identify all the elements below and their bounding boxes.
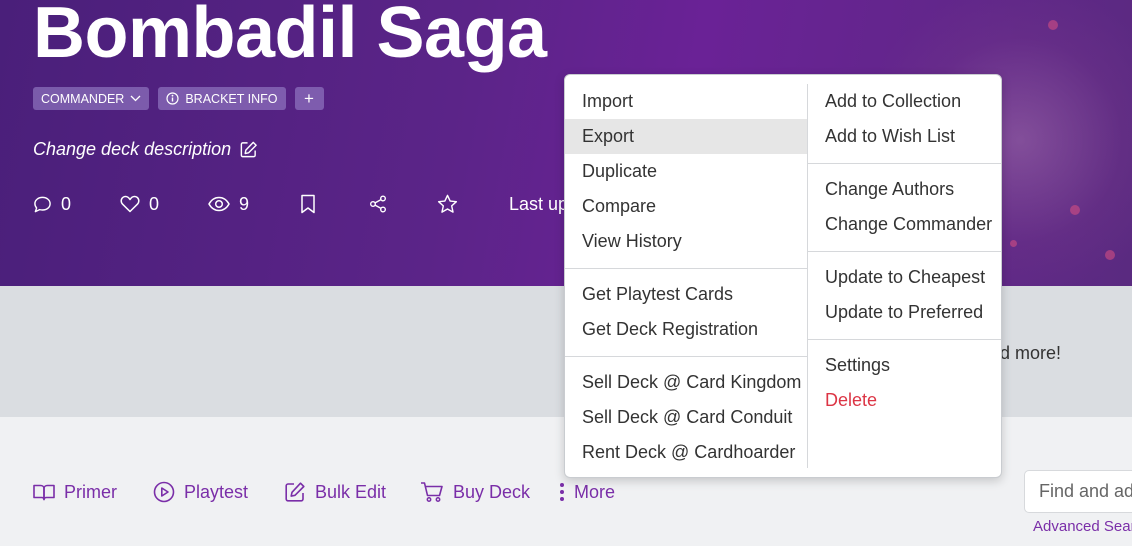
menu-divider xyxy=(565,268,807,269)
more-button[interactable]: More xyxy=(559,479,615,505)
bookmark-icon xyxy=(301,194,315,214)
deck-stats: 0 0 9 Last up xyxy=(33,191,593,217)
background-petal xyxy=(1105,250,1115,260)
playtest-label: Playtest xyxy=(184,481,249,502)
menu-item-get-deck-registration[interactable]: Get Deck Registration xyxy=(565,312,807,347)
more-vertical-icon xyxy=(560,483,564,501)
comment-icon xyxy=(34,196,51,212)
add-tag-button[interactable]: + xyxy=(294,87,324,110)
more-label: More xyxy=(574,481,616,502)
bookmark-button[interactable] xyxy=(300,191,316,217)
menu-item-compare[interactable]: Compare xyxy=(565,189,807,224)
menu-item-export[interactable]: Export xyxy=(565,119,807,154)
likes-count: 0 xyxy=(149,193,160,214)
book-icon xyxy=(33,484,55,501)
menu-divider xyxy=(808,339,1001,340)
menu-item-update-to-cheapest[interactable]: Update to Cheapest xyxy=(808,260,1001,295)
menu-item-import[interactable]: Import xyxy=(565,84,807,119)
card-search-input[interactable] xyxy=(1024,470,1132,513)
eye-icon xyxy=(208,196,230,212)
comments-stat[interactable]: 0 xyxy=(33,191,71,217)
last-updated: Last up xyxy=(509,194,569,214)
more-dropdown-menu: Import Export Duplicate Compare View History… xyxy=(564,74,1002,478)
edit-icon xyxy=(285,482,305,502)
primer-button[interactable]: Primer xyxy=(33,479,117,505)
share-icon xyxy=(370,195,386,213)
likes-stat[interactable]: 0 xyxy=(120,191,159,217)
play-circle-icon xyxy=(153,481,175,503)
description-text: Change deck description xyxy=(33,139,232,159)
deck-description[interactable]: Change deck description xyxy=(33,139,258,160)
playtest-button[interactable]: Playtest xyxy=(153,479,248,505)
comments-count: 0 xyxy=(61,193,72,214)
info-icon xyxy=(166,92,179,105)
views-stat: 9 xyxy=(208,191,249,217)
edit-icon[interactable] xyxy=(239,140,258,159)
bulk-edit-label: Bulk Edit xyxy=(315,481,387,502)
bulk-edit-button[interactable]: Bulk Edit xyxy=(284,479,386,505)
views-count: 9 xyxy=(239,193,250,214)
menu-item-delete[interactable]: Delete xyxy=(808,383,1001,418)
background-petal xyxy=(1010,240,1017,247)
menu-item-change-authors[interactable]: Change Authors xyxy=(808,172,1001,207)
star-icon xyxy=(437,194,458,213)
menu-item-change-commander[interactable]: Change Commander xyxy=(808,207,1001,242)
buy-deck-label: Buy Deck xyxy=(453,481,531,502)
menu-item-rent-deck-at-cardhoarder[interactable]: Rent Deck @ Cardhoarder xyxy=(565,435,807,470)
menu-item-get-playtest-cards[interactable]: Get Playtest Cards xyxy=(565,277,807,312)
menu-divider xyxy=(808,251,1001,252)
favorite-button[interactable] xyxy=(437,191,458,217)
menu-item-sell-deck-at-card-conduit[interactable]: Sell Deck @ Card Conduit xyxy=(565,400,807,435)
bracket-info-label: BRACKET INFO xyxy=(185,91,278,106)
background-petal xyxy=(1048,20,1058,30)
background-petal xyxy=(1070,205,1080,215)
menu-item-duplicate[interactable]: Duplicate xyxy=(565,154,807,189)
heart-icon xyxy=(120,195,140,213)
menu-divider xyxy=(808,163,1001,164)
menu-item-add-to-collection[interactable]: Add to Collection xyxy=(808,84,1001,119)
menu-item-update-to-preferred[interactable]: Update to Preferred xyxy=(808,295,1001,330)
format-tag[interactable]: COMMANDER xyxy=(33,87,150,110)
buy-deck-button[interactable]: Buy Deck xyxy=(420,479,530,505)
menu-divider xyxy=(565,356,807,357)
menu-item-sell-deck-at-card-kingdom[interactable]: Sell Deck @ Card Kingdom xyxy=(565,365,807,400)
share-button[interactable] xyxy=(369,191,387,217)
bracket-info-tag[interactable]: BRACKET INFO xyxy=(158,87,286,110)
advanced-search-link[interactable]: Advanced Search xyxy=(1033,518,1132,535)
cart-icon xyxy=(421,482,443,502)
format-label: COMMANDER xyxy=(41,91,125,106)
menu-item-add-to-wish-list[interactable]: Add to Wish List xyxy=(808,119,1001,154)
chevron-down-icon xyxy=(130,95,141,102)
deck-title: Bombadil Saga xyxy=(33,0,547,73)
deck-tags: COMMANDER BRACKET INFO + xyxy=(33,87,324,110)
primer-label: Primer xyxy=(64,481,117,502)
menu-item-settings[interactable]: Settings xyxy=(808,348,1001,383)
menu-item-view-history[interactable]: View History xyxy=(565,224,807,259)
